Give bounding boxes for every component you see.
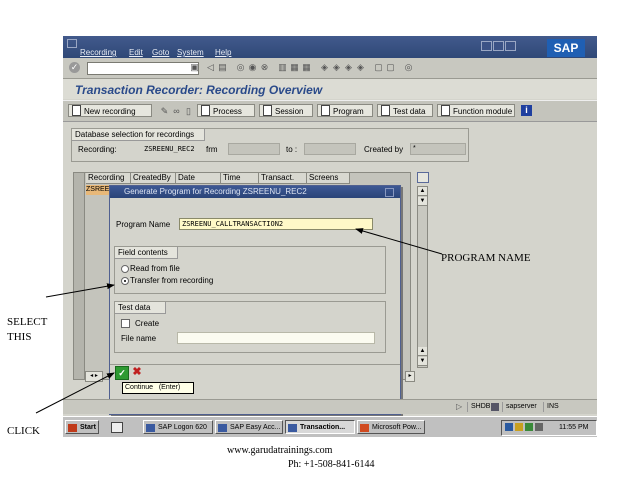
select-this-arrow — [45, 283, 115, 298]
click-arrow — [35, 372, 115, 414]
footer-phone: Ph: +1-508-841-6144 — [288, 459, 375, 470]
annotation-arrows — [35, 228, 443, 414]
program-name-arrow — [355, 228, 443, 255]
footer-website: www.garudatrainings.com — [227, 445, 333, 456]
